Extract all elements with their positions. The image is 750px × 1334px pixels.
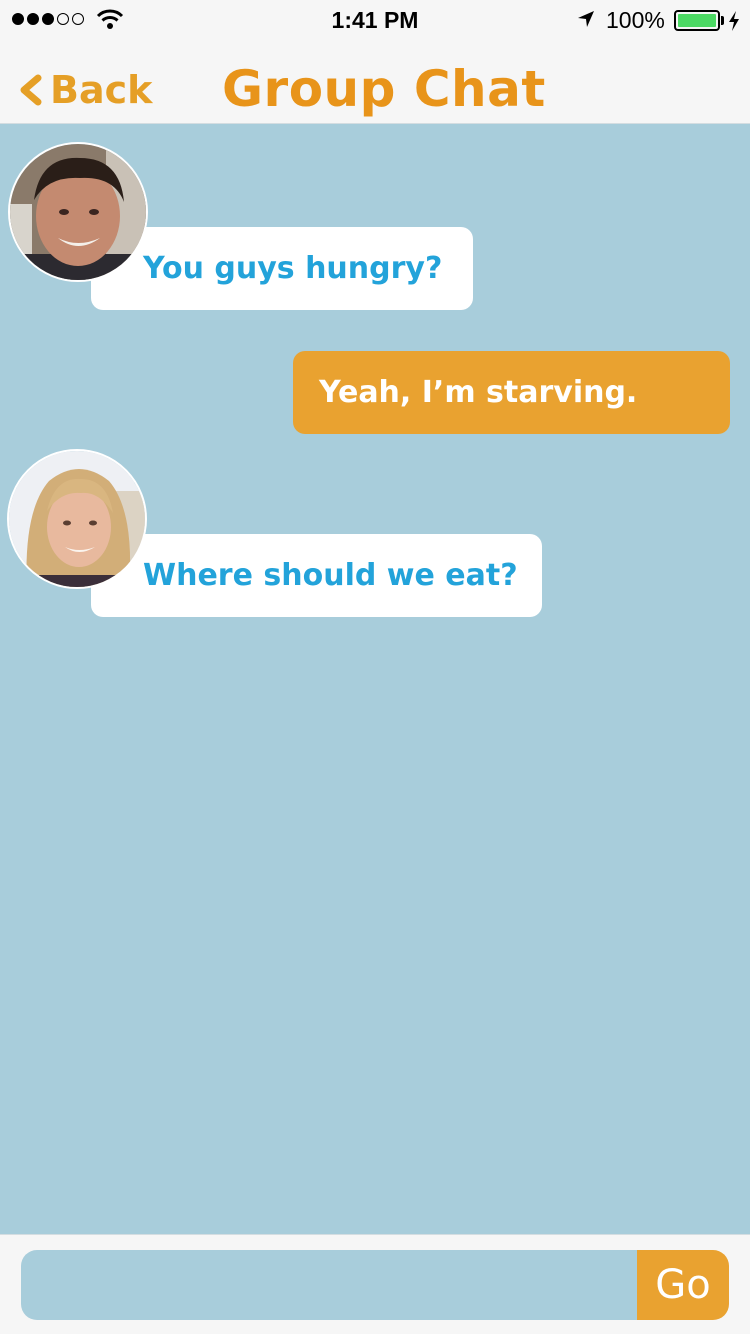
battery-percent: 100% [606, 7, 665, 33]
location-arrow-icon [578, 11, 594, 27]
chat-thread[interactable]: You guys hungry? Yeah, I’m starving. Whe… [0, 124, 750, 1234]
user-avatar-icon [9, 451, 145, 587]
message-input[interactable] [21, 1250, 661, 1320]
back-label: Back [50, 68, 153, 112]
message-bubble-incoming: Where should we eat? [91, 534, 542, 617]
message-bubble-incoming: You guys hungry? [91, 227, 473, 310]
battery-tip [721, 16, 724, 25]
back-button[interactable]: Back [18, 68, 152, 112]
status-bar: 1:41 PM 100% [0, 0, 750, 40]
avatar-girl[interactable] [7, 449, 147, 589]
battery-icon [674, 10, 720, 31]
user-avatar-icon [10, 144, 146, 280]
charging-bolt-icon [729, 11, 739, 31]
message-composer: Go [0, 1234, 750, 1334]
message-text: Yeah, I’m starving. [319, 375, 638, 410]
navigation-bar: Back Group Chat [0, 40, 750, 124]
avatar-boy[interactable] [8, 142, 148, 282]
chevron-left-icon [20, 74, 42, 106]
message-bubble-outgoing: Yeah, I’m starving. [293, 351, 730, 434]
go-button[interactable]: Go [637, 1250, 729, 1320]
message-text: You guys hungry? [143, 251, 443, 286]
message-text: Where should we eat? [143, 558, 518, 593]
page-title: Group Chat [222, 60, 546, 118]
